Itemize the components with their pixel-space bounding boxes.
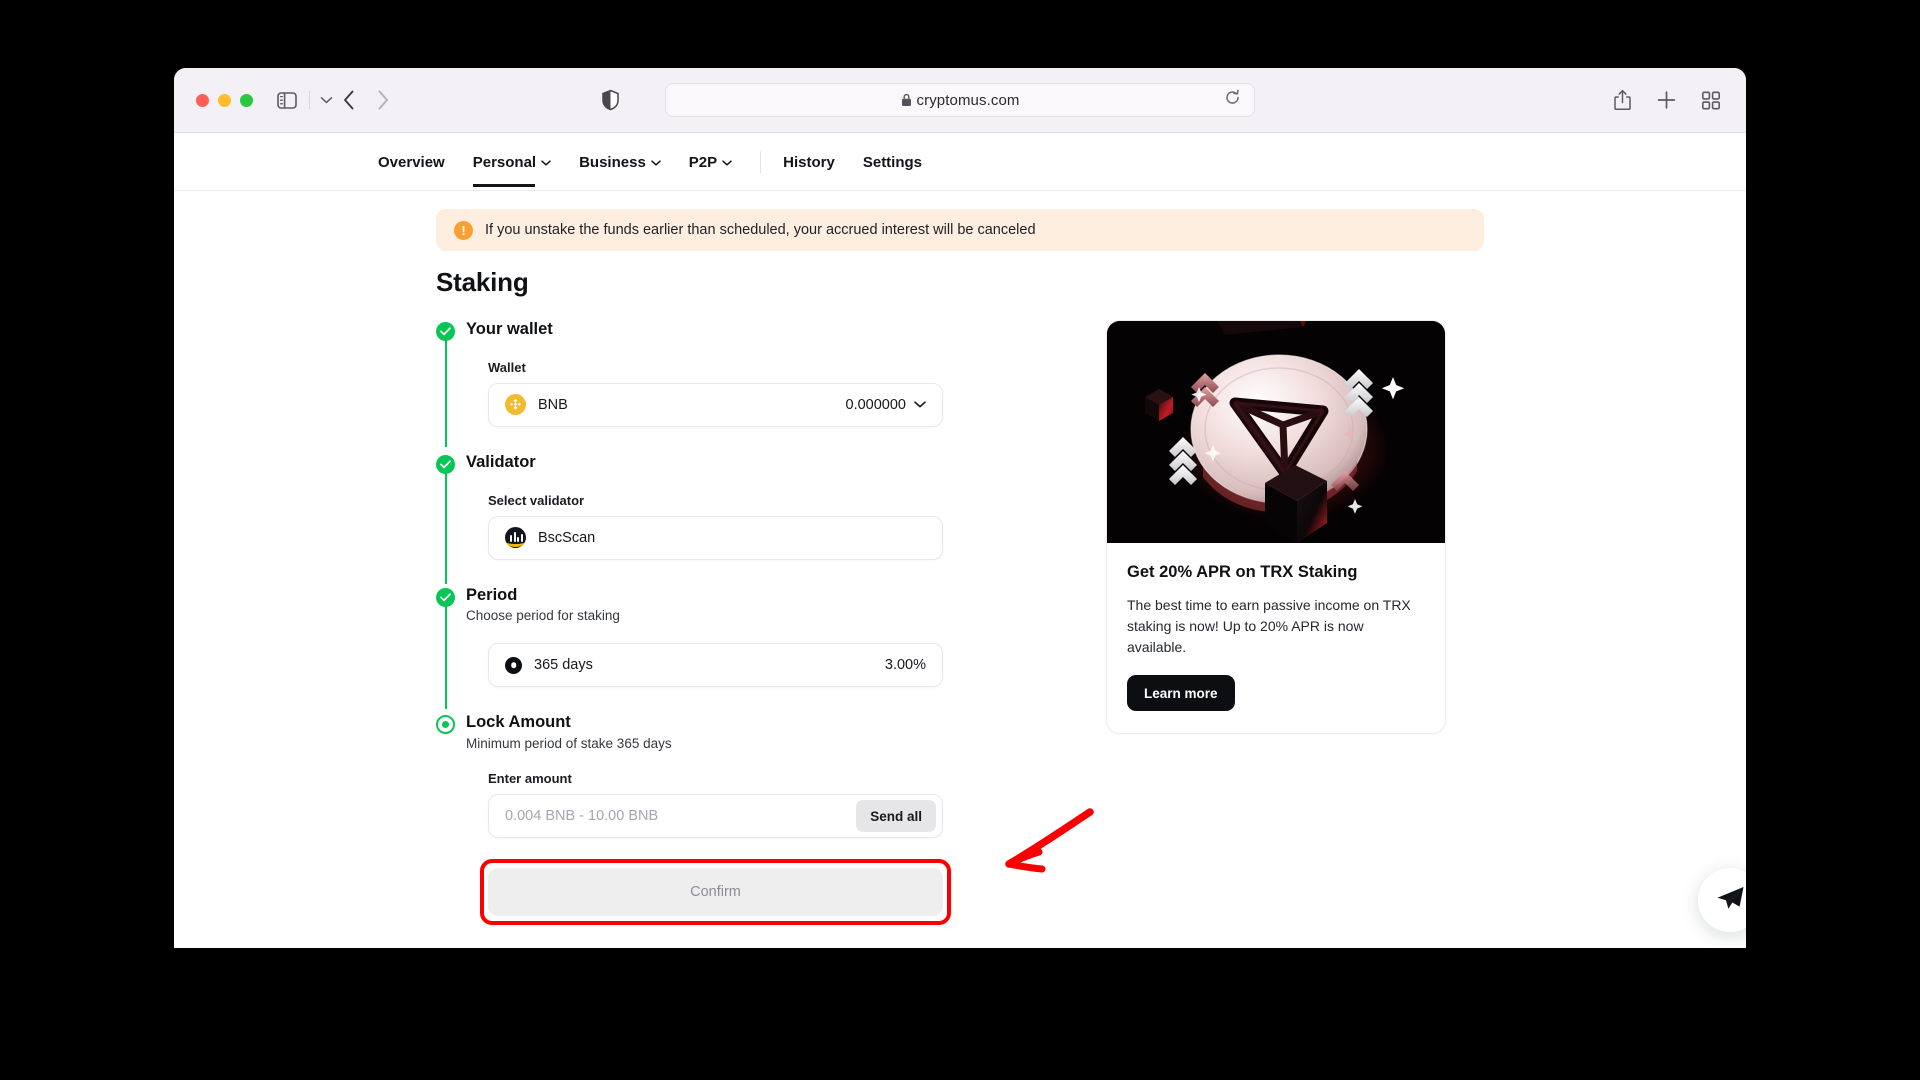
nav-item-history[interactable]: History [783, 137, 835, 187]
nav-label-business: Business [579, 153, 646, 171]
chevron-down-icon [914, 401, 926, 408]
page-title: Staking [436, 267, 529, 297]
toolbar-divider [309, 91, 310, 109]
validator-select[interactable]: BscScan [488, 515, 943, 560]
browser-window: cryptomus.com Overview Personal Business… [174, 68, 1746, 948]
nav-label-p2p: P2P [688, 153, 718, 171]
window-traffic-lights [196, 93, 253, 107]
period-option-label: 365 days [534, 657, 593, 674]
chevron-down-icon [651, 160, 661, 166]
nav-divider [760, 150, 762, 173]
bscscan-icon [505, 527, 526, 549]
chevron-down-icon [722, 160, 732, 166]
learn-more-button[interactable]: Learn more [1127, 675, 1235, 711]
page-content: ! If you unstake the funds earlier than … [174, 191, 1746, 948]
step-check-icon [436, 454, 455, 474]
wallet-select[interactable]: BNB 0.000000 [488, 382, 943, 427]
period-option-365[interactable]: 365 days 3.00% [488, 643, 943, 688]
radio-selected-icon[interactable] [505, 656, 522, 674]
lock-icon [901, 93, 912, 107]
nav-label-settings: Settings [862, 153, 923, 171]
close-window-button[interactable] [196, 93, 209, 107]
validator-name: BscScan [538, 529, 596, 546]
step-your-wallet: Your wallet Wallet BNB 0.000000 [436, 320, 1036, 447]
promo-card[interactable]: Get 20% APR on TRX Staking The best time… [1106, 320, 1446, 734]
step-heading-wallet: Your wallet [466, 320, 553, 338]
bnb-icon [505, 394, 526, 416]
tron-coin-3d-icon [1107, 321, 1445, 543]
wallet-coin-name: BNB [538, 396, 568, 413]
sidebar-icon[interactable] [277, 91, 297, 109]
promo-body: Get 20% APR on TRX Staking The best time… [1107, 543, 1445, 733]
shield-icon[interactable] [602, 89, 619, 111]
nav-item-p2p[interactable]: P2P [689, 137, 732, 187]
warning-text: If you unstake the funds earlier than sc… [485, 222, 1036, 238]
promo-column: Get 20% APR on TRX Staking The best time… [1106, 320, 1446, 734]
step-heading-validator: Validator [466, 452, 536, 471]
step-connector [445, 605, 447, 710]
grid-icon[interactable] [1702, 91, 1720, 109]
forward-icon[interactable] [377, 90, 389, 110]
amount-input-wrapper: Send all [488, 794, 943, 839]
browser-toolbar: cryptomus.com [174, 68, 1746, 133]
toolbar-right-actions [1614, 89, 1720, 111]
staking-content: Staking Your wallet Wallet BNB 0.000000 … [436, 267, 1484, 926]
screenshot-root: cryptomus.com Overview Personal Business… [0, 0, 1920, 1080]
chevron-down-icon[interactable] [320, 96, 333, 104]
step-subtitle-lock: Minimum period of stake 365 days [466, 736, 672, 752]
nav-item-settings[interactable]: Settings [863, 137, 922, 187]
url-text-wrap: cryptomus.com [901, 92, 1020, 109]
staking-form: Your wallet Wallet BNB 0.000000 Validato… [436, 320, 1036, 926]
minimize-window-button[interactable] [218, 93, 231, 107]
step-active-icon [436, 715, 455, 735]
warning-icon: ! [454, 220, 473, 240]
confirm-button[interactable]: Confirm [488, 868, 943, 917]
url-label: cryptomus.com [916, 91, 1020, 109]
back-icon[interactable] [343, 90, 355, 110]
confirm-area: Confirm [480, 859, 951, 926]
step-validator: Validator Select validator BscScan [436, 452, 1036, 584]
step-heading-period: Period [466, 585, 518, 604]
nav-item-personal[interactable]: Personal [472, 137, 551, 187]
step-subtitle-period: Choose period for staking [466, 608, 620, 624]
step-check-icon [436, 322, 455, 341]
step-connector [445, 472, 447, 584]
step-connector [445, 340, 447, 447]
step-check-icon [436, 587, 455, 607]
promo-description: The best time to earn passive income on … [1127, 597, 1411, 655]
field-label-validator: Select validator [488, 492, 585, 508]
send-all-button[interactable]: Send all [856, 800, 936, 833]
maximize-window-button[interactable] [240, 93, 253, 107]
period-option-rate: 3.00% [884, 657, 926, 674]
nav-item-overview[interactable]: Overview [378, 137, 445, 187]
nav-label-overview: Overview [378, 153, 445, 171]
promo-title: Get 20% APR on TRX Staking [1127, 563, 1358, 581]
step-lock-amount: Lock Amount Minimum period of stake 365 … [436, 713, 1036, 926]
address-bar[interactable]: cryptomus.com [665, 83, 1255, 117]
step-period: Period Choose period for staking 365 day… [436, 585, 1036, 710]
amount-input[interactable] [505, 808, 857, 825]
paper-plane-icon [1715, 885, 1745, 916]
field-label-wallet: Wallet [488, 359, 526, 375]
chevron-down-icon [541, 160, 551, 166]
nav-item-business[interactable]: Business [579, 137, 661, 187]
warning-banner: ! If you unstake the funds earlier than … [436, 209, 1484, 251]
share-icon[interactable] [1614, 89, 1631, 111]
wallet-balance: 0.000000 [845, 396, 906, 413]
nav-label-personal: Personal [472, 153, 537, 171]
step-heading-lock: Lock Amount [466, 713, 571, 732]
site-navigation: Overview Personal Business P2P History S… [174, 133, 1746, 191]
nav-arrows [343, 90, 389, 110]
reload-icon[interactable] [1225, 89, 1240, 111]
plus-icon[interactable] [1657, 91, 1676, 110]
field-label-amount: Enter amount [488, 771, 572, 787]
nav-label-history: History [783, 153, 835, 171]
